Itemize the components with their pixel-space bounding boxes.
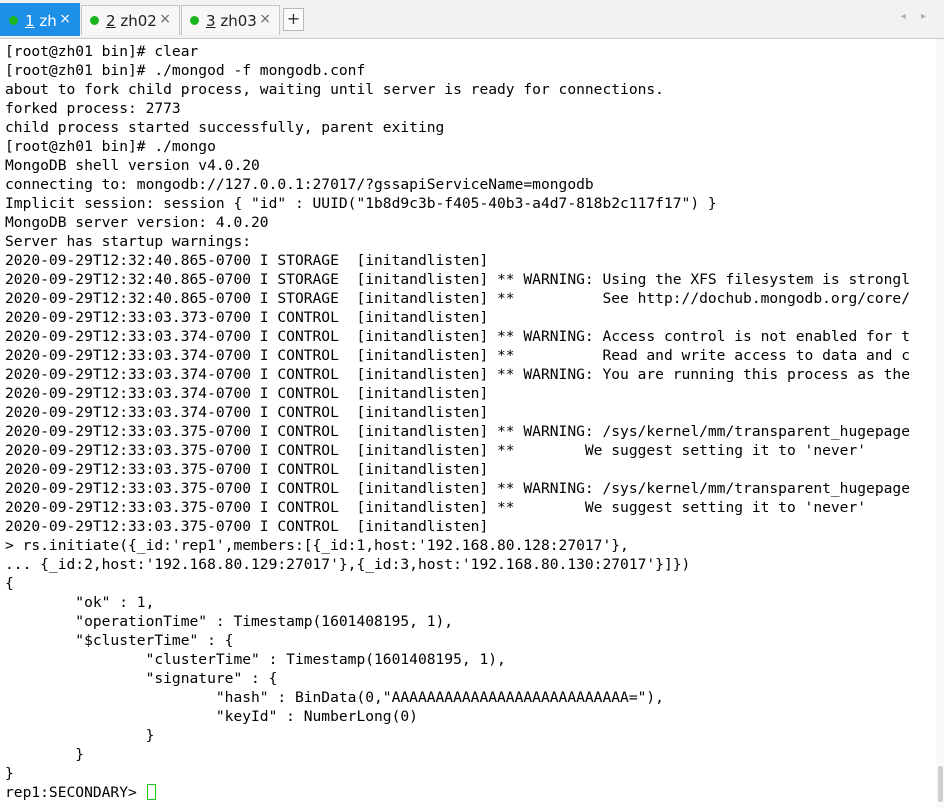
tab-scroll-arrows-icon[interactable]: ◂ ▸ [901,11,932,22]
terminal-line: 2020-09-29T12:33:03.374-0700 I CONTROL [… [5,366,910,383]
terminal-line: 2020-09-29T12:33:03.374-0700 I CONTROL [… [5,347,910,364]
terminal-line: 2020-09-29T12:33:03.375-0700 I CONTROL [… [5,442,867,459]
terminal-line: "operationTime" : Timestamp(1601408195, … [5,613,454,630]
terminal-line: child process started successfully, pare… [5,119,445,136]
vertical-scrollbar[interactable] [936,39,944,808]
tab-number: 1 [25,12,35,30]
terminal-line: } [5,727,155,744]
new-tab-button[interactable]: + [283,8,304,31]
terminal-line: [root@zh01 bin]# ./mongod -f mongodb.con… [5,62,366,79]
terminal-line: 2020-09-29T12:33:03.375-0700 I CONTROL [… [5,518,489,535]
terminal-line: 2020-09-29T12:32:40.865-0700 I STORAGE [… [5,290,910,307]
tab-number: 3 [206,12,216,30]
terminal-line: about to fork child process, waiting unt… [5,81,664,98]
terminal-line: 2020-09-29T12:33:03.375-0700 I CONTROL [… [5,480,910,497]
terminal-line: [root@zh01 bin]# ./mongo [5,138,216,155]
tab-session-2[interactable]: 2 zh02 × [81,5,180,35]
terminal-line: 2020-09-29T12:33:03.374-0700 I CONTROL [… [5,328,910,345]
terminal-line: forked process: 2773 [5,100,181,117]
terminal-line: ... {_id:2,host:'192.168.80.129:27017'},… [5,556,691,573]
shell-prompt: rep1:SECONDARY> [5,784,146,801]
tab-name: zh [39,12,57,30]
close-tab-icon[interactable]: × [59,11,71,27]
terminal-line: 2020-09-29T12:33:03.373-0700 I CONTROL [… [5,309,489,326]
terminal-line: Implicit session: session { "id" : UUID(… [5,195,717,212]
terminal-line: "$clusterTime" : { [5,632,234,649]
tab-name: zh03 [220,12,257,30]
tab-session-1[interactable]: 1 zh × [0,3,80,36]
close-tab-icon[interactable]: × [159,11,171,27]
tab-name: zh02 [120,12,157,30]
terminal-line: 2020-09-29T12:32:40.865-0700 I STORAGE [… [5,271,910,288]
terminal-line: "ok" : 1, [5,594,155,611]
terminal-line: } [5,746,85,763]
terminal-line: MongoDB server version: 4.0.20 [5,214,269,231]
terminal-line: "signature" : { [5,670,278,687]
terminal-lines: [root@zh01 bin]# clear [root@zh01 bin]# … [5,42,933,802]
connected-status-icon [90,16,99,25]
terminal-line: 2020-09-29T12:33:03.375-0700 I CONTROL [… [5,423,910,440]
tab-session-3[interactable]: 3 zh03 × [181,5,280,35]
terminal-line: { [5,575,14,592]
tab-label: 2 zh02 [106,12,157,30]
terminal-line: MongoDB shell version v4.0.20 [5,157,260,174]
tab-label: 1 zh [25,12,57,30]
connected-status-icon [190,16,199,25]
tab-bar: 1 zh × 2 zh02 × 3 zh03 × + ◂ ▸ [0,0,944,39]
terminal-line: "clusterTime" : Timestamp(1601408195, 1)… [5,651,506,668]
terminal-line: } [5,765,14,782]
terminal-line: > rs.initiate({_id:'rep1',members:[{_id:… [5,537,629,554]
connected-status-icon [9,16,18,25]
terminal-output[interactable]: [root@zh01 bin]# clear [root@zh01 bin]# … [0,39,944,808]
terminal-line: 2020-09-29T12:32:40.865-0700 I STORAGE [… [5,252,489,269]
terminal-line: 2020-09-29T12:33:03.375-0700 I CONTROL [… [5,461,489,478]
prompt-line[interactable]: rep1:SECONDARY> [5,783,933,802]
tab-number: 2 [106,12,116,30]
scrollbar-thumb[interactable] [938,766,943,802]
terminal-line: "hash" : BinData(0,"AAAAAAAAAAAAAAAAAAAA… [5,689,664,706]
terminal-line: [root@zh01 bin]# clear [5,43,199,60]
terminal-line: 2020-09-29T12:33:03.374-0700 I CONTROL [… [5,404,489,421]
tab-label: 3 zh03 [206,12,257,30]
terminal-line: "keyId" : NumberLong(0) [5,708,418,725]
terminal-line: 2020-09-29T12:33:03.374-0700 I CONTROL [… [5,385,489,402]
close-tab-icon[interactable]: × [259,11,271,27]
terminal-line: connecting to: mongodb://127.0.0.1:27017… [5,176,594,193]
text-cursor [146,784,156,800]
terminal-line: Server has startup warnings: [5,233,252,250]
terminal-line: 2020-09-29T12:33:03.375-0700 I CONTROL [… [5,499,867,516]
